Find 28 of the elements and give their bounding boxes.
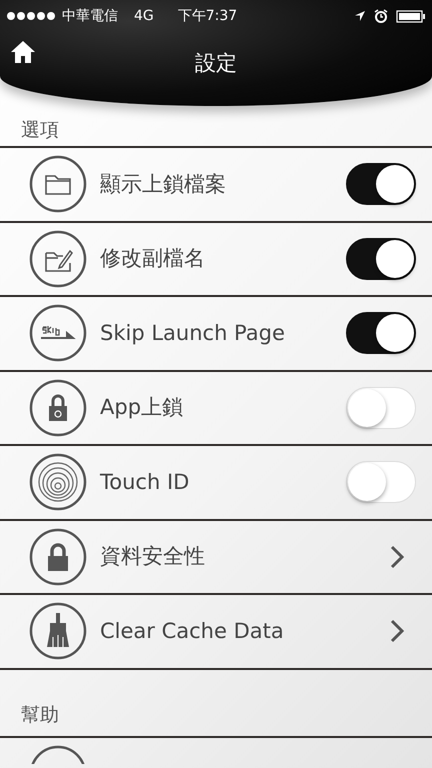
home-button[interactable] (10, 40, 36, 64)
lock-circle-icon (28, 526, 88, 587)
toggle-switch[interactable] (346, 163, 416, 206)
network-type: 4G (134, 6, 154, 26)
skip-arrow-circle-icon (28, 303, 88, 364)
toggle-switch[interactable] (346, 312, 416, 354)
carrier-name: 中華電信 (62, 6, 118, 26)
section-header: 選項 (21, 118, 59, 142)
location-arrow-icon (354, 10, 366, 22)
broom-circle-icon (28, 601, 88, 662)
toggle-switch[interactable] (346, 238, 416, 280)
settings-label: Touch ID (100, 468, 190, 496)
settings-label: App上鎖 (100, 394, 184, 421)
lock-circle-icon (28, 378, 88, 438)
signal-icon (6, 11, 58, 21)
battery-icon (396, 10, 426, 22)
settings-label: 顯示上鎖檔案 (100, 170, 227, 198)
alarm-clock-icon (374, 9, 388, 23)
settings-label: 修改副檔名 (100, 245, 206, 272)
section-header: 幫助 (21, 703, 59, 728)
settings-label: 資料安全性 (100, 543, 206, 570)
folder-circle-icon (28, 154, 88, 214)
fingerprint-circle-icon (28, 452, 88, 512)
folder-pencil-circle-icon (28, 228, 88, 289)
settings-label: Clear Cache Data (100, 618, 285, 644)
clock-time: 下午7:37 (178, 6, 238, 26)
page-title: 設定 (195, 51, 237, 75)
settings-label: Skip Launch Page (100, 320, 286, 346)
